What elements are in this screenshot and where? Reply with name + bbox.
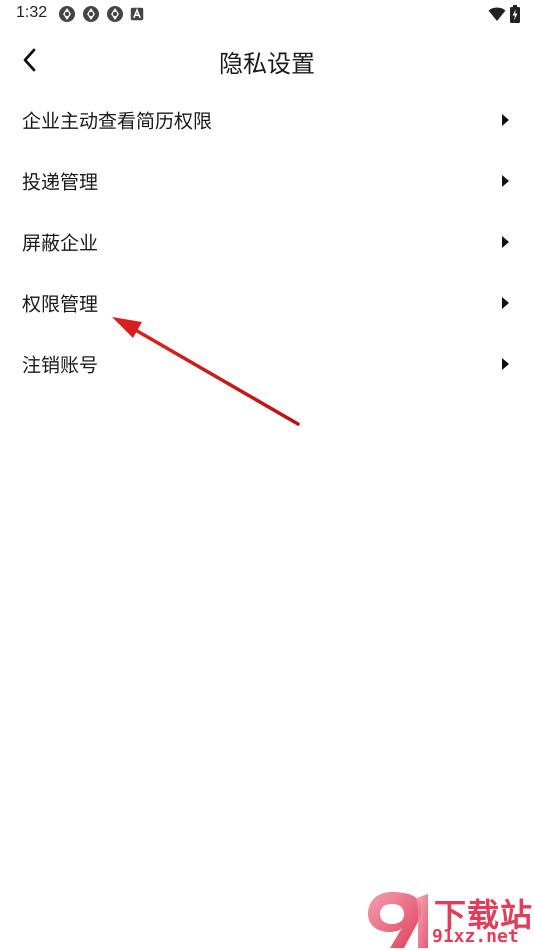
- caret-right-icon: [502, 296, 509, 309]
- app-notification-icon: [59, 6, 75, 22]
- menu-item-label: 屏蔽企业: [22, 232, 99, 254]
- app-notification-icon: [107, 6, 123, 22]
- app-notification-icon: [83, 6, 99, 22]
- wifi-icon: [488, 7, 506, 21]
- privacy-settings-list: 企业主动查看简历权限 投递管理 屏蔽企业 权限管理 注销账号: [0, 89, 534, 394]
- menu-item-permission-management[interactable]: 权限管理: [0, 272, 534, 333]
- a-badge-icon: [130, 7, 144, 21]
- app-header: 隐私设置: [0, 34, 534, 88]
- status-system-icons: [488, 5, 520, 23]
- menu-item-delivery-management[interactable]: 投递管理: [0, 150, 534, 211]
- watermark: 下载站 91xz.net: [362, 888, 534, 950]
- caret-right-icon: [502, 357, 509, 370]
- watermark-domain: 91xz.net: [432, 926, 519, 947]
- status-notification-icons: [58, 5, 144, 23]
- menu-item-label: 企业主动查看简历权限: [22, 110, 213, 132]
- page-title: 隐私设置: [219, 50, 315, 78]
- menu-item-resume-view-permission[interactable]: 企业主动查看简历权限: [0, 89, 534, 150]
- menu-item-delete-account[interactable]: 注销账号: [0, 333, 534, 394]
- battery-charging-icon: [510, 5, 520, 23]
- menu-item-label: 投递管理: [22, 171, 99, 193]
- menu-item-block-companies[interactable]: 屏蔽企业: [0, 211, 534, 272]
- watermark-logo-icon: [368, 892, 428, 948]
- menu-item-label: 注销账号: [22, 354, 99, 376]
- status-time: 1:32: [16, 4, 48, 21]
- caret-right-icon: [502, 174, 509, 187]
- status-bar: 1:32: [0, 0, 534, 28]
- caret-right-icon: [502, 113, 509, 126]
- menu-item-label: 权限管理: [22, 293, 99, 315]
- caret-right-icon: [502, 235, 509, 248]
